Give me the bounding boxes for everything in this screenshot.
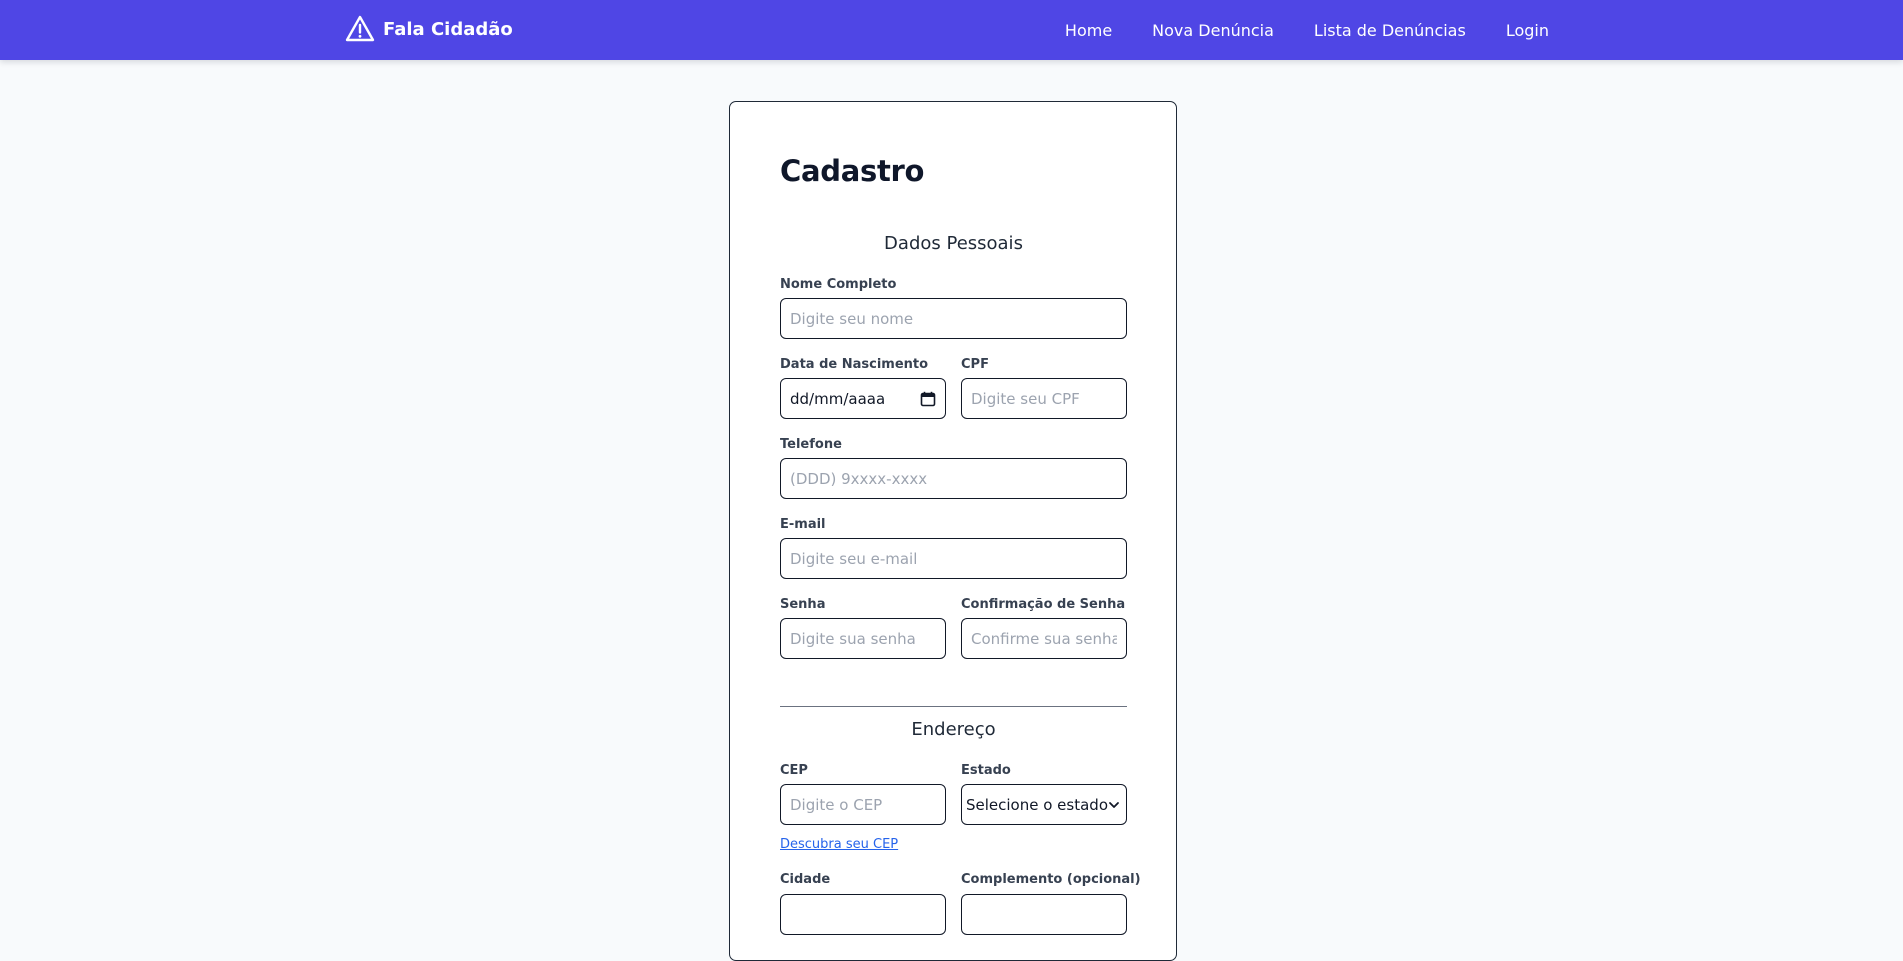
section-divider (780, 706, 1127, 707)
section-title-address: Endereço (911, 719, 996, 740)
password-confirm-label: Confirmação de Senha (961, 597, 1126, 612)
email-label: E-mail (780, 517, 826, 532)
registration-card: Cadastro Dados Pessoais Nome Completo Da… (729, 101, 1177, 961)
section-title-personal-data: Dados Pessoais (884, 233, 1023, 254)
complement-label: Complemento (opcional) (961, 872, 1141, 887)
password-label: Senha (780, 597, 826, 612)
brand-name: Fala Cidadão (383, 18, 513, 40)
chevron-down-icon (1108, 799, 1120, 811)
password-confirm-input[interactable] (961, 618, 1127, 659)
page-title: Cadastro (780, 154, 925, 188)
password-input[interactable] (780, 618, 946, 659)
city-label: Cidade (780, 872, 831, 887)
cpf-input[interactable] (961, 378, 1127, 419)
full-name-label: Nome Completo (780, 277, 897, 292)
nav-link-login[interactable]: Login (1506, 21, 1549, 40)
calendar-icon[interactable] (920, 391, 936, 407)
birth-date-input[interactable]: dd/mm/aaaa (780, 378, 946, 419)
email-input[interactable] (780, 538, 1127, 579)
nav-link-nova-denuncia[interactable]: Nova Denúncia (1152, 21, 1274, 40)
brand-logo-link[interactable]: Fala Cidadão (345, 14, 513, 44)
state-select-value: Selecione o estado (966, 795, 1109, 814)
phone-label: Telefone (780, 437, 842, 452)
nav-link-home[interactable]: Home (1065, 21, 1112, 40)
birth-date-label: Data de Nascimento (780, 357, 929, 372)
state-select[interactable]: Selecione o estado (961, 784, 1127, 825)
state-label: Estado (961, 763, 1011, 778)
city-input[interactable] (780, 894, 946, 935)
full-name-input[interactable] (780, 298, 1127, 339)
cpf-label: CPF (961, 357, 989, 372)
cep-label: CEP (780, 763, 808, 778)
find-cep-link[interactable]: Descubra seu CEP (780, 837, 898, 852)
phone-input[interactable] (780, 458, 1127, 499)
cep-input[interactable] (780, 784, 946, 825)
complement-input[interactable] (961, 894, 1127, 935)
top-navbar: Fala Cidadão Home Nova Denúncia Lista de… (0, 0, 1903, 60)
warning-triangle-icon (345, 14, 375, 44)
nav-link-lista-denuncias[interactable]: Lista de Denúncias (1314, 21, 1466, 40)
birth-date-value: dd/mm/aaaa (790, 389, 886, 408)
nav-links: Home Nova Denúncia Lista de Denúncias Lo… (1065, 0, 1549, 60)
